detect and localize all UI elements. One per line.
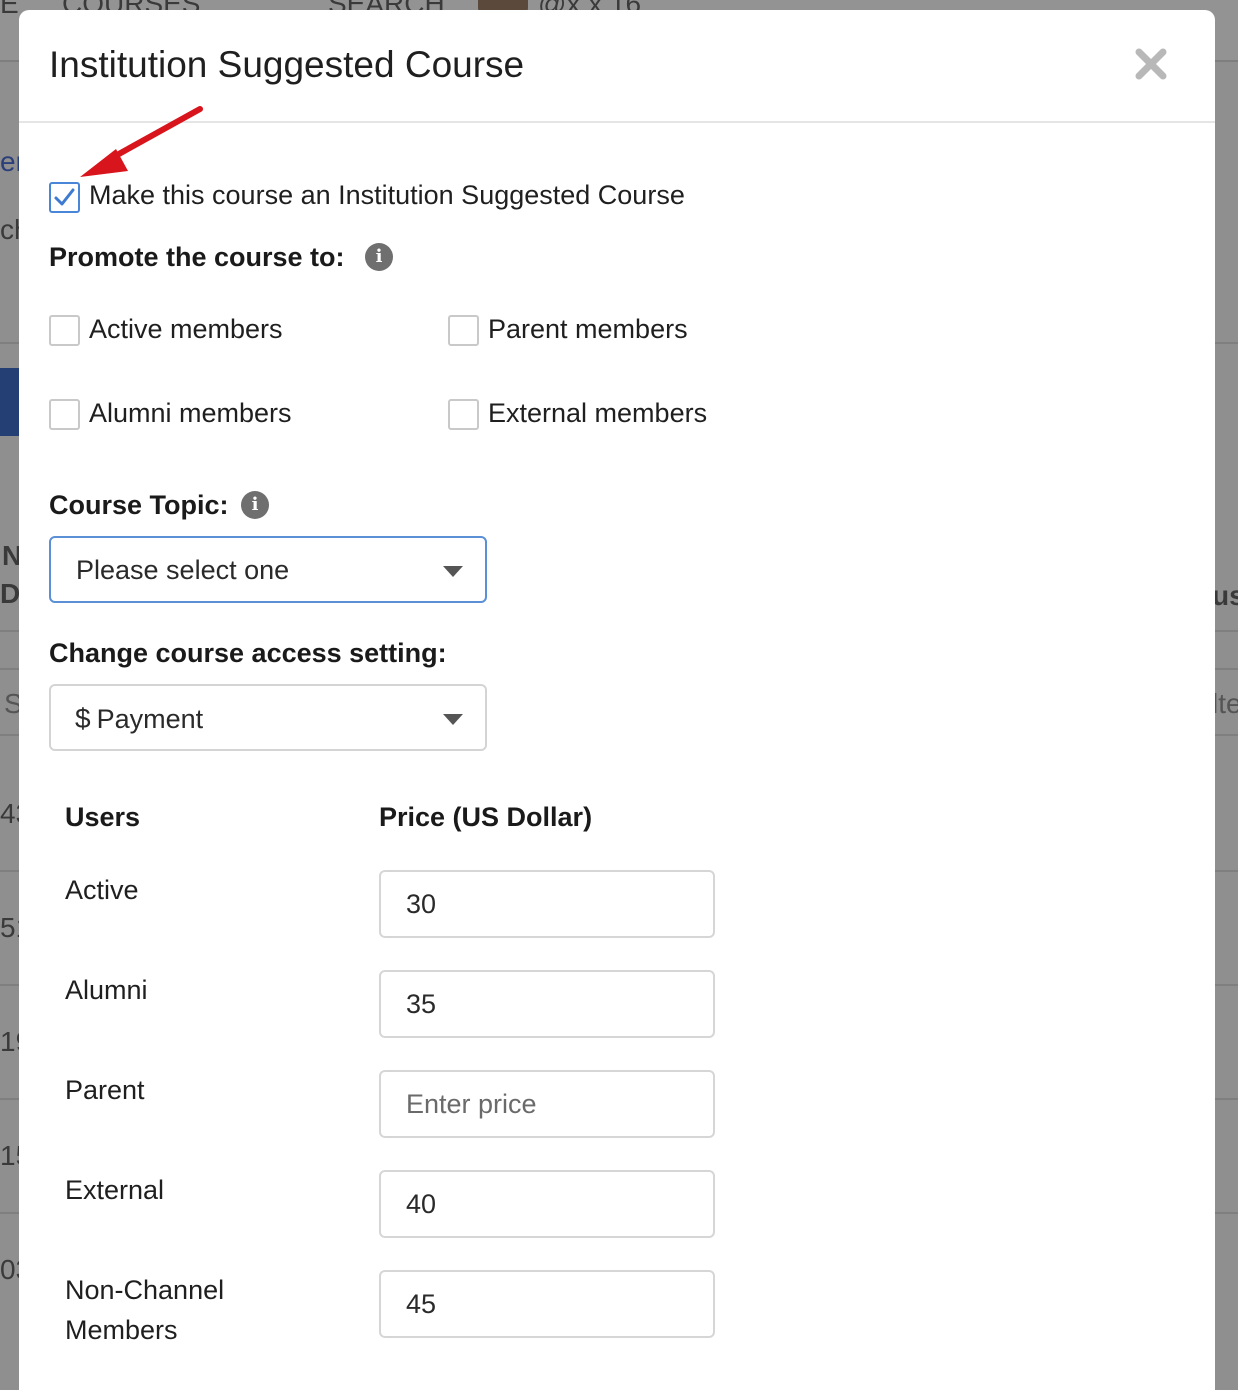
alumni-members-checkbox[interactable] [49, 399, 80, 430]
user-type-active: Active [65, 875, 139, 905]
price-input-alumni[interactable] [379, 970, 715, 1038]
user-type-parent: Parent [65, 1075, 145, 1105]
course-topic-label: Course Topic: [49, 490, 229, 520]
price-input-parent[interactable] [379, 1070, 715, 1138]
bg-fragment: us [1212, 580, 1238, 611]
info-icon[interactable]: i [365, 243, 393, 271]
active-members-checkbox[interactable] [49, 315, 80, 346]
annotation-arrow-icon [80, 106, 203, 177]
parent-members-label[interactable]: Parent members [488, 314, 688, 345]
dropdown-caret-icon [443, 714, 463, 725]
institution-suggested-label[interactable]: Make this course an Institution Suggeste… [89, 180, 685, 211]
bg-fragment: lte [1212, 688, 1238, 719]
price-input-external[interactable] [379, 1170, 715, 1238]
bg-fragment: D [0, 578, 21, 609]
price-input-non-channel[interactable] [379, 1270, 715, 1338]
promote-label: Promote the course to: [49, 242, 345, 272]
access-setting-selected: $ Payment [75, 703, 203, 735]
users-column-header: Users [65, 802, 141, 832]
course-topic-select[interactable]: Please select one [49, 536, 487, 603]
bg-nav-left: E [0, 0, 19, 19]
dollar-icon: $ [75, 703, 91, 734]
close-icon [1135, 48, 1167, 80]
modal-title: Institution Suggested Course [49, 44, 525, 85]
access-setting-label: Change course access setting: [49, 638, 447, 668]
dropdown-caret-icon [443, 566, 463, 577]
institution-suggested-checkbox[interactable] [49, 182, 80, 213]
alumni-members-label[interactable]: Alumni members [89, 398, 292, 429]
parent-members-checkbox[interactable] [448, 315, 479, 346]
price-column-header: Price (US Dollar) [379, 802, 593, 832]
user-type-non-channel: Non-Channel Members [65, 1275, 225, 1345]
info-icon[interactable]: i [241, 491, 269, 519]
external-members-label[interactable]: External members [488, 398, 707, 429]
access-setting-select[interactable]: $ Payment [49, 684, 487, 751]
access-setting-value: Payment [96, 704, 204, 734]
active-members-label[interactable]: Active members [89, 314, 283, 345]
user-type-external: External [65, 1175, 165, 1205]
user-type-alumni: Alumni [65, 975, 148, 1005]
institution-suggested-course-modal: Institution Suggested Course Make this c… [19, 10, 1215, 1390]
price-input-active[interactable] [379, 870, 715, 938]
close-button[interactable] [1133, 46, 1169, 82]
course-topic-selected: Please select one [76, 555, 290, 585]
checkmark-icon [54, 188, 75, 206]
external-members-checkbox[interactable] [448, 399, 479, 430]
